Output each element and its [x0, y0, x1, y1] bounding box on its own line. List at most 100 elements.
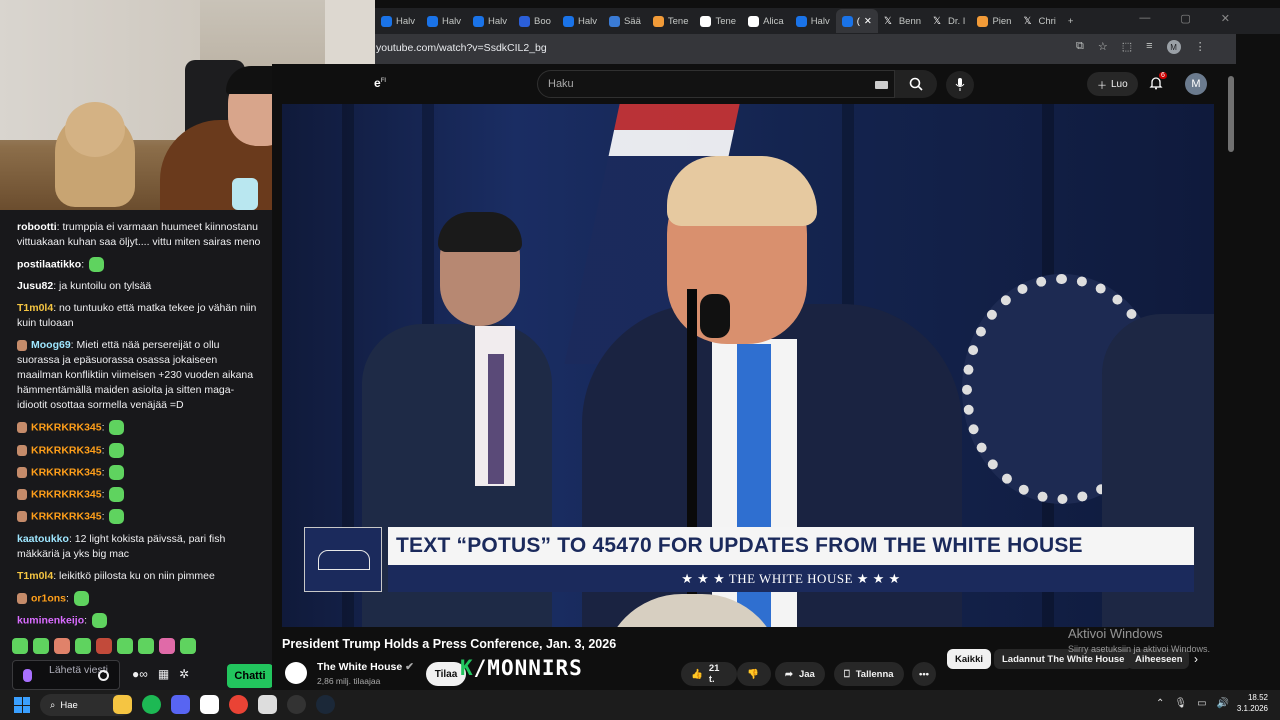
chat-username[interactable]: Jusu82: [17, 280, 53, 292]
browser-tab[interactable]: Sää: [603, 9, 647, 33]
steam-icon[interactable]: [316, 695, 335, 714]
more-actions-button[interactable]: •••: [912, 662, 936, 686]
windows-start-icon[interactable]: [14, 697, 30, 713]
chat-send-button[interactable]: Chatti: [227, 664, 273, 688]
browser-tab[interactable]: Alica: [742, 9, 790, 33]
chat-username[interactable]: Moog69: [31, 339, 71, 351]
browser-tab[interactable]: 𝕏 Benn: [878, 9, 927, 33]
browser-tab[interactable]: Tene: [694, 9, 742, 33]
chat-username[interactable]: KRKRKRK345: [31, 466, 102, 478]
points-icon[interactable]: ●∞: [132, 667, 148, 682]
star-icon[interactable]: ☆: [1098, 40, 1108, 54]
browser-tab[interactable]: (✕: [835, 9, 878, 33]
emote-icon[interactable]: [159, 638, 175, 654]
chat-username[interactable]: T1m0l4: [17, 302, 53, 314]
mic-icon[interactable]: 🎙: [1174, 698, 1187, 709]
browser-tab[interactable]: Pien: [971, 9, 1017, 33]
close-tab-icon[interactable]: ✕: [864, 16, 872, 27]
news-icon: [795, 15, 807, 27]
browser-tab[interactable]: 𝕏 Dr. I: [927, 9, 971, 33]
chat-message: KRKRKRK345:: [17, 442, 264, 458]
save-button[interactable]: ⎕ Tallenna: [834, 662, 904, 686]
chat-username[interactable]: KRKRKRK345: [31, 422, 102, 434]
x-app-icon[interactable]: [200, 695, 219, 714]
create-button[interactable]: ＋ Luo: [1087, 72, 1138, 96]
new-tab-icon[interactable]: +: [1062, 9, 1080, 33]
browser-tab[interactable]: Boo: [513, 9, 557, 33]
extensions-icon[interactable]: ⬚: [1122, 40, 1132, 54]
create-label: Luo: [1111, 78, 1128, 90]
channel-avatar[interactable]: [285, 662, 307, 684]
chat-username[interactable]: or1ons: [31, 592, 66, 604]
emote-icon[interactable]: [12, 638, 28, 654]
install-icon[interactable]: ⧉: [1076, 40, 1084, 54]
channel-name[interactable]: The White House ✔: [317, 661, 414, 673]
browser-tab[interactable]: 𝕏 Chri: [1017, 9, 1061, 33]
chat-username[interactable]: kuminenkeijo: [17, 614, 84, 626]
browser-tab[interactable]: Halv: [557, 9, 603, 33]
mic-icon[interactable]: [23, 669, 32, 682]
search-input[interactable]: Haku: [537, 70, 895, 98]
browser-tab[interactable]: Halv: [790, 9, 836, 33]
x-icon: 𝕏: [883, 15, 892, 27]
emote-icon: [73, 590, 89, 606]
browser-tab[interactable]: Halv: [467, 9, 513, 33]
media-icon[interactable]: ≡: [1146, 40, 1152, 54]
emote-bar[interactable]: [12, 638, 196, 656]
file-explorer-icon[interactable]: [113, 695, 132, 714]
emoji-icon[interactable]: [98, 670, 109, 681]
store-icon[interactable]: ▦: [158, 667, 169, 682]
youtube-logo[interactable]: eFI: [374, 76, 386, 90]
scrollbar[interactable]: [1228, 76, 1234, 152]
emote-icon[interactable]: [75, 638, 91, 654]
emote-icon: [109, 442, 125, 458]
close-icon[interactable]: ✕: [1221, 12, 1230, 25]
chat-username[interactable]: T1m0l4: [17, 570, 53, 582]
share-button[interactable]: ➦ Jaa: [775, 662, 825, 686]
chrome-icon[interactable]: [229, 695, 248, 714]
chat-username[interactable]: KRKRKRK345: [31, 511, 102, 523]
voice-search-button[interactable]: [946, 71, 974, 99]
account-avatar[interactable]: M: [1185, 73, 1207, 95]
emote-icon[interactable]: [138, 638, 154, 654]
menu-icon[interactable]: ⋮: [1195, 40, 1206, 54]
discord-icon[interactable]: [171, 695, 190, 714]
search-button[interactable]: [895, 70, 937, 98]
globe-icon: [652, 15, 664, 27]
dislike-button[interactable]: 👎: [737, 662, 771, 686]
spotify-icon[interactable]: [142, 695, 161, 714]
chevron-up-icon[interactable]: ⌃: [1156, 698, 1164, 709]
url-field[interactable]: youtube.com/watch?v=SsdkCIL2_bg: [376, 42, 547, 54]
obs-icon[interactable]: [287, 695, 306, 714]
notifications-button[interactable]: 6: [1149, 72, 1167, 92]
browser-tab[interactable]: Halv: [375, 9, 421, 33]
notion-icon[interactable]: [258, 695, 277, 714]
chat-username[interactable]: KRKRKRK345: [31, 444, 102, 456]
chip-all[interactable]: Kaikki: [947, 649, 991, 669]
emote-icon[interactable]: [33, 638, 49, 654]
browser-tab[interactable]: Tene: [647, 9, 695, 33]
like-button[interactable]: 👍 21 t.: [681, 662, 737, 686]
chat-username[interactable]: robootti: [17, 221, 57, 233]
tab-label: Tene: [667, 15, 689, 27]
browser-tab[interactable]: Halv: [421, 9, 467, 33]
maximize-icon[interactable]: ▢: [1180, 12, 1190, 25]
emote-icon[interactable]: [54, 638, 70, 654]
chat-username[interactable]: postilaatikko: [17, 258, 81, 270]
chevron-right-icon[interactable]: ›: [1194, 652, 1198, 666]
emote-icon[interactable]: [96, 638, 112, 654]
news-icon: [473, 15, 485, 27]
profile-avatar[interactable]: M: [1166, 40, 1181, 54]
chat-input[interactable]: Lähetä viesti: [12, 660, 120, 690]
clock[interactable]: 18.52 3.1.2026: [1236, 692, 1268, 714]
keyboard-icon[interactable]: [875, 81, 888, 89]
emote-icon[interactable]: [117, 638, 133, 654]
chat-username[interactable]: kaatoukko: [17, 533, 69, 545]
minimize-icon[interactable]: —: [1139, 12, 1150, 25]
network-icon[interactable]: ▭: [1197, 698, 1206, 709]
emote-icon[interactable]: [180, 638, 196, 654]
volume-icon[interactable]: 🔊: [1217, 698, 1229, 709]
gear-icon[interactable]: ✲: [179, 667, 189, 682]
tab-label: Halv: [442, 15, 462, 27]
chat-username[interactable]: KRKRKRK345: [31, 488, 102, 500]
